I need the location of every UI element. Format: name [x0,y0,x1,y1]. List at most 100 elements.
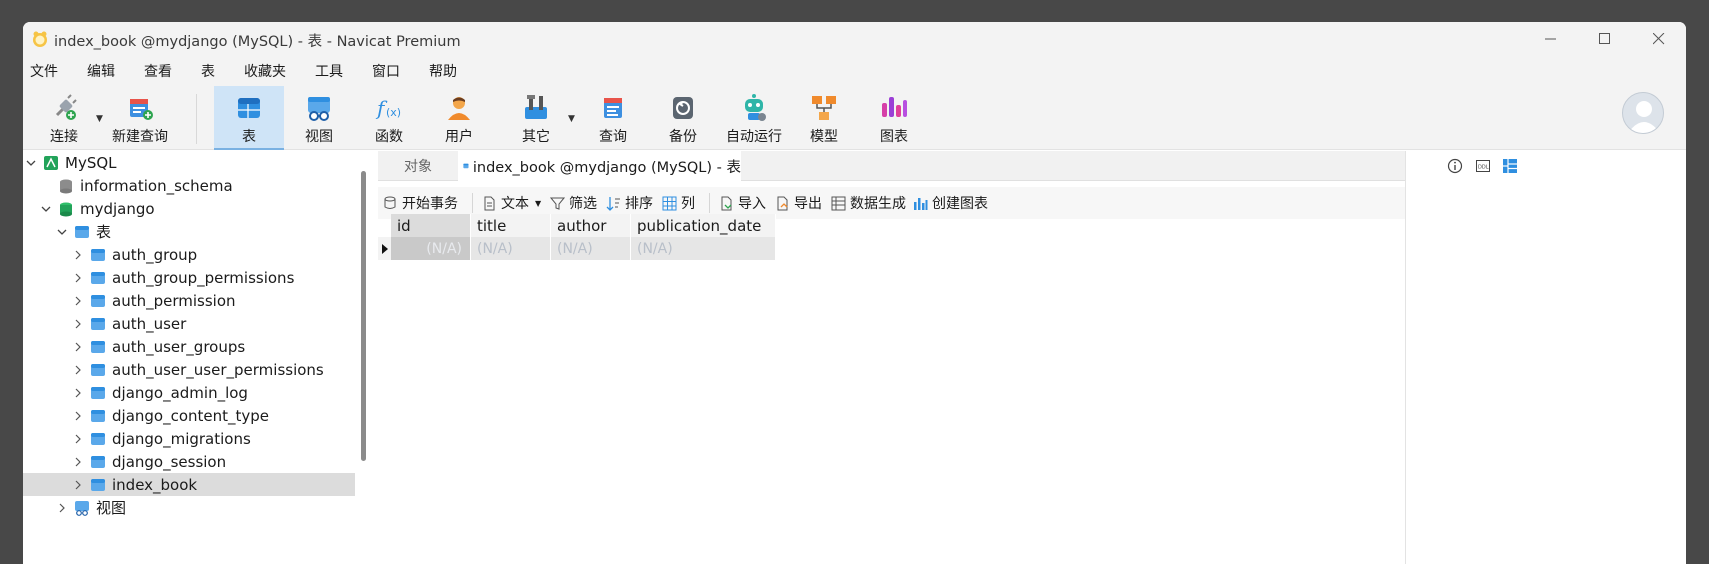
function-tool-button[interactable]: f (x) 函数 [354,86,424,150]
import-button[interactable]: 导入 [719,191,766,215]
column-header-author[interactable]: author [551,214,631,237]
export-button[interactable]: 导出 [775,191,822,215]
layout-panel-icon[interactable] [1502,158,1518,174]
table-icon [75,225,89,238]
column-header-title[interactable]: title [471,214,551,237]
current-row-marker[interactable] [378,237,391,260]
tree-connection-mysql[interactable]: MySQL [23,151,355,174]
table-icon [91,455,105,468]
tree-table-item[interactable]: auth_user_user_permissions [23,358,355,381]
view-icon [308,97,330,121]
column-header-label: title [477,216,507,235]
ddl-icon[interactable]: DDL [1475,158,1491,174]
table-icon [91,248,105,261]
data-generation-label: 数据生成 [850,196,906,212]
info-icon[interactable] [1447,158,1463,174]
title-bar: index_book @mydjango (MySQL) - 表 - Navic… [23,22,1686,56]
close-button[interactable] [1632,22,1686,56]
tab-index-book[interactable]: index_book @mydjango (MySQL) - 表 [458,151,741,181]
table-icon [91,317,105,330]
table-editor: 对象 index_book @mydjango (MySQL) - 表 开始事务 [378,151,1405,564]
tree-table-item[interactable]: django_content_type [23,404,355,427]
view-icon [75,500,89,516]
backup-tool-label: 备份 [669,129,697,145]
tree-table-label: django_session [112,452,227,471]
tree-table-item[interactable]: auth_permission [23,289,355,312]
menu-help[interactable]: 帮助 [429,61,457,81]
user-avatar[interactable] [1622,92,1664,134]
action-divider [472,193,473,213]
text-view-button[interactable]: 文本 ▼ [482,191,541,215]
other-dropdown-icon[interactable]: ▼ [568,114,575,124]
tree-table-item[interactable]: auth_user [23,312,355,335]
table-icon [91,386,105,399]
automation-tool-label: 自动运行 [726,129,782,145]
column-header-id[interactable]: id [391,214,471,237]
create-chart-button[interactable]: 创建图表 [913,191,988,215]
view-tool-button[interactable]: 视图 [284,86,354,150]
tree-table-item[interactable]: auth_group_permissions [23,266,355,289]
tree-group-views[interactable]: 视图 [23,496,355,519]
column-header-publication-date[interactable]: publication_date [631,214,776,237]
new-query-icon [130,99,153,120]
tree-group-tables[interactable]: 表 [23,220,355,243]
chart-icon [882,97,907,117]
table-tool-label: 表 [242,129,256,145]
grid-cell-publication-date[interactable]: (N/A) [631,237,776,260]
menu-view[interactable]: 查看 [144,61,172,81]
text-dropdown-icon[interactable]: ▼ [535,199,541,208]
content-area: MySQL information_schema mydjango 表 auth… [23,151,1686,564]
filter-icon [550,197,565,210]
menu-table[interactable]: 表 [201,61,215,81]
model-tool-button[interactable]: 模型 [789,86,859,150]
info-pane: DDL [1405,151,1686,564]
grid-cell-title[interactable]: (N/A) [471,237,551,260]
query-tool-button[interactable]: 查询 [578,86,648,150]
columns-label: 列 [681,196,695,212]
table-icon [91,294,105,307]
view-tool-label: 视图 [305,129,333,145]
mysql-connection-icon [44,155,58,170]
filter-button[interactable]: 筛选 [550,191,597,215]
chart-tool-button[interactable]: 图表 [859,86,929,150]
sort-button[interactable]: 排序 [606,191,653,215]
tree-table-item[interactable]: auth_group [23,243,355,266]
tree-db-information-schema[interactable]: information_schema [23,174,355,197]
menu-tools[interactable]: 工具 [315,61,343,81]
data-generation-button[interactable]: 数据生成 [831,191,906,215]
tree-table-item[interactable]: django_migrations [23,427,355,450]
tree-table-item[interactable]: django_session [23,450,355,473]
new-query-button[interactable]: 新建查询 [111,86,169,150]
table-icon [91,409,105,422]
filter-label: 筛选 [569,196,597,212]
menu-edit[interactable]: 编辑 [87,61,115,81]
grid-cell-author[interactable]: (N/A) [551,237,631,260]
connect-dropdown-icon[interactable]: ▼ [96,114,103,124]
tree-db-label: mydjango [80,199,155,218]
user-tool-button[interactable]: 用户 [424,86,494,150]
navigation-scrollbar[interactable] [361,171,366,461]
tree-db-mydjango[interactable]: mydjango [23,197,355,220]
minimize-button[interactable] [1524,22,1578,56]
automation-tool-button[interactable]: 自动运行 [719,86,789,150]
tree-table-item[interactable]: django_admin_log [23,381,355,404]
table-tool-button[interactable]: 表 [214,86,284,150]
backup-tool-button[interactable]: 备份 [648,86,718,150]
tab-objects[interactable]: 对象 [378,151,458,181]
grid-cell-id[interactable]: (N/A) [391,237,471,260]
menu-window[interactable]: 窗口 [372,61,400,81]
tree-table-item-selected[interactable]: index_book [23,473,355,496]
begin-transaction-button[interactable]: 开始事务 [383,191,458,215]
menu-favorites[interactable]: 收藏夹 [244,61,286,81]
connect-button[interactable]: 连接 [43,86,85,150]
model-tool-label: 模型 [810,129,838,145]
plug-icon [55,94,77,120]
other-tool-button[interactable]: 其它 [501,86,571,150]
chevron-right-icon [75,434,81,443]
chart-tool-label: 图表 [880,129,908,145]
menu-file[interactable]: 文件 [30,61,58,81]
tree-table-item[interactable]: auth_user_groups [23,335,355,358]
maximize-button[interactable] [1578,22,1632,56]
window-title: index_book @mydjango (MySQL) - 表 - Navic… [54,34,461,50]
columns-button[interactable]: 列 [662,191,695,215]
